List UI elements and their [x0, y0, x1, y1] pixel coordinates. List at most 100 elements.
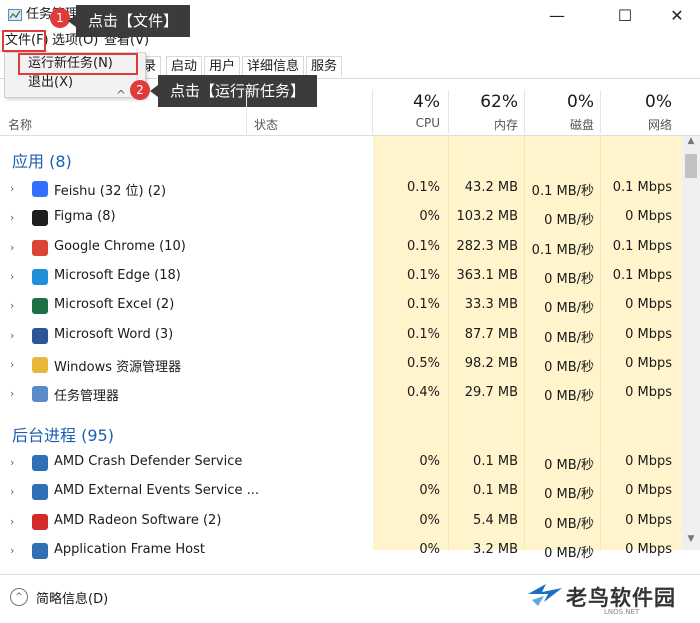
- column-header-name[interactable]: 名称: [8, 116, 32, 133]
- tab-startup[interactable]: 启动: [166, 56, 203, 77]
- process-net: 0.1 Mbps: [612, 238, 672, 254]
- process-name: Application Frame Host: [54, 541, 206, 557]
- process-mem: 87.7 MB: [464, 326, 518, 342]
- process-mem: 0.1 MB: [473, 454, 518, 469]
- table-row[interactable]: › Application Frame Host 0% 3.2 MB 0 MB/秒 0 M…: [0, 537, 682, 566]
- process-net: 0 Mbps: [625, 541, 672, 557]
- process-mem: 103.2 MB: [456, 209, 518, 225]
- table-row[interactable]: › Microsoft Word (3) 0.1% 87.7 MB 0 MB/秒 0 Mb…: [0, 322, 682, 351]
- menu-exit[interactable]: 退出(X): [28, 74, 73, 92]
- expand-chevron-icon[interactable]: ›: [10, 211, 14, 224]
- cpu-total: 4%: [413, 92, 440, 112]
- process-disk: 0 MB/秒: [544, 545, 594, 561]
- process-mem: 0.1 MB: [473, 483, 518, 499]
- process-net: 0 Mbps: [625, 326, 672, 342]
- process-mem: 3.2 MB: [473, 541, 518, 557]
- file-menu-highlight: [2, 30, 46, 52]
- column-header-cpu[interactable]: CPU: [380, 116, 440, 130]
- word-icon: [32, 327, 48, 344]
- process-name: 任务管理器: [54, 389, 120, 405]
- column-header-disk[interactable]: 磁盘: [532, 116, 594, 133]
- table-row[interactable]: › Microsoft Excel (2) 0.1% 33.3 MB 0 MB/秒 0 M…: [0, 292, 682, 321]
- process-mem: 29.7 MB: [464, 385, 518, 401]
- column-header-network[interactable]: 网络: [606, 116, 672, 133]
- column-header-memory[interactable]: 内存: [456, 116, 518, 133]
- process-mem: 363.1 MB: [456, 267, 518, 283]
- process-mem: 43.2 MB: [464, 180, 518, 195]
- tab-users[interactable]: 用户: [204, 56, 241, 77]
- close-button[interactable]: ✕: [654, 0, 700, 30]
- process-net: 0 Mbps: [625, 454, 672, 469]
- service-icon: [32, 542, 48, 559]
- expand-chevron-icon[interactable]: ›: [10, 544, 14, 557]
- process-net: 0.1 Mbps: [612, 180, 672, 195]
- table-row[interactable]: › Google Chrome (10) 0.1% 282.3 MB 0.1 MB/秒 0…: [0, 234, 682, 263]
- process-disk: 0 MB/秒: [544, 359, 594, 375]
- fewer-details-button[interactable]: 简略信息(D): [36, 588, 108, 607]
- service-icon: [32, 455, 48, 471]
- process-disk: 0 MB/秒: [544, 301, 594, 317]
- table-row[interactable]: › AMD External Events Service ... 0% 0.1 MB…: [0, 478, 682, 507]
- expand-chevron-icon[interactable]: ›: [10, 387, 14, 400]
- expand-chevron-icon[interactable]: ›: [10, 485, 14, 498]
- table-row[interactable]: › AMD Crash Defender Service 0% 0.1 MB 0 MB/…: [0, 449, 682, 478]
- table-row[interactable]: › 任务管理器 0.4% 29.7 MB 0 MB/秒 0 Mbps: [0, 380, 682, 409]
- table-row[interactable]: › AMD Radeon Software (2) 0% 5.4 MB 0 MB/秒 0 …: [0, 508, 682, 537]
- process-cpu: 0%: [419, 512, 440, 528]
- group-apps[interactable]: 应用 (8): [12, 148, 72, 172]
- expand-chevron-icon[interactable]: ›: [10, 299, 14, 312]
- process-disk: 0.1 MB/秒: [531, 242, 594, 258]
- process-mem: 282.3 MB: [456, 238, 518, 254]
- group-background[interactable]: 后台进程 (95): [12, 422, 114, 446]
- service-icon: [32, 484, 48, 501]
- process-name: Microsoft Edge (18): [54, 267, 181, 283]
- expand-chevron-icon[interactable]: ›: [10, 456, 14, 469]
- memory-total: 62%: [480, 92, 518, 112]
- process-name: AMD External Events Service ...: [54, 483, 260, 499]
- excel-icon: [32, 298, 48, 315]
- tab-details[interactable]: 详细信息: [242, 56, 305, 77]
- vertical-scrollbar[interactable]: [682, 136, 700, 550]
- task-manager-icon: [8, 9, 22, 21]
- step-2-badge: 2: [130, 80, 150, 100]
- tab-services[interactable]: 服务: [306, 56, 343, 77]
- process-cpu: 0%: [419, 541, 440, 557]
- expand-chevron-icon[interactable]: ›: [10, 515, 14, 528]
- minimize-button[interactable]: —: [534, 0, 580, 30]
- table-row[interactable]: › Figma (8) 0% 103.2 MB 0 MB/秒 0 Mbps: [0, 204, 682, 233]
- expand-chevron-icon[interactable]: ›: [10, 358, 14, 371]
- scroll-up-arrow-icon[interactable]: ▲: [682, 136, 700, 152]
- table-row[interactable]: › Microsoft Edge (18) 0.1% 363.1 MB 0 MB/秒 0.…: [0, 263, 682, 292]
- figma-icon: [32, 210, 48, 227]
- process-name: Feishu (32 位) (2): [54, 184, 167, 199]
- process-mem: 5.4 MB: [473, 512, 518, 528]
- scroll-down-arrow-icon[interactable]: ▼: [682, 534, 700, 550]
- amd-icon: [32, 513, 48, 530]
- column-header-status[interactable]: 状态: [254, 116, 278, 133]
- expand-chevron-icon[interactable]: ›: [10, 329, 14, 342]
- process-name: Microsoft Word (3): [54, 326, 174, 342]
- process-net: 0 Mbps: [625, 385, 672, 401]
- process-disk: 0 MB/秒: [544, 458, 594, 473]
- process-net: 0 Mbps: [625, 355, 672, 371]
- expand-chevron-icon[interactable]: ›: [10, 241, 14, 254]
- step-1-callout: 点击【文件】: [67, 5, 191, 37]
- expand-chevron-icon[interactable]: ›: [10, 270, 14, 283]
- maximize-button[interactable]: ☐: [602, 0, 648, 30]
- process-net: 0 Mbps: [625, 297, 672, 313]
- process-cpu: 0%: [419, 209, 440, 225]
- process-disk: 0 MB/秒: [544, 389, 594, 405]
- menu-run-new-task[interactable]: 运行新任务(N): [18, 53, 138, 75]
- process-net: 0.1 Mbps: [612, 267, 672, 283]
- edge-icon: [32, 268, 48, 285]
- process-net: 0 Mbps: [625, 512, 672, 528]
- process-cpu: 0.1%: [406, 297, 440, 313]
- process-name: AMD Crash Defender Service: [54, 454, 243, 469]
- table-row[interactable]: › Feishu (32 位) (2) 0.1% 43.2 MB 0.1 MB/秒 0.1…: [0, 175, 682, 204]
- process-cpu: 0.1%: [406, 267, 440, 283]
- scroll-thumb[interactable]: [685, 154, 697, 178]
- process-disk: 0 MB/秒: [544, 487, 594, 503]
- table-row[interactable]: › Windows 资源管理器 0.5% 98.2 MB 0 MB/秒 0 Mbps: [0, 351, 682, 380]
- collapse-icon[interactable]: ^: [10, 588, 28, 606]
- expand-chevron-icon[interactable]: ›: [10, 182, 14, 195]
